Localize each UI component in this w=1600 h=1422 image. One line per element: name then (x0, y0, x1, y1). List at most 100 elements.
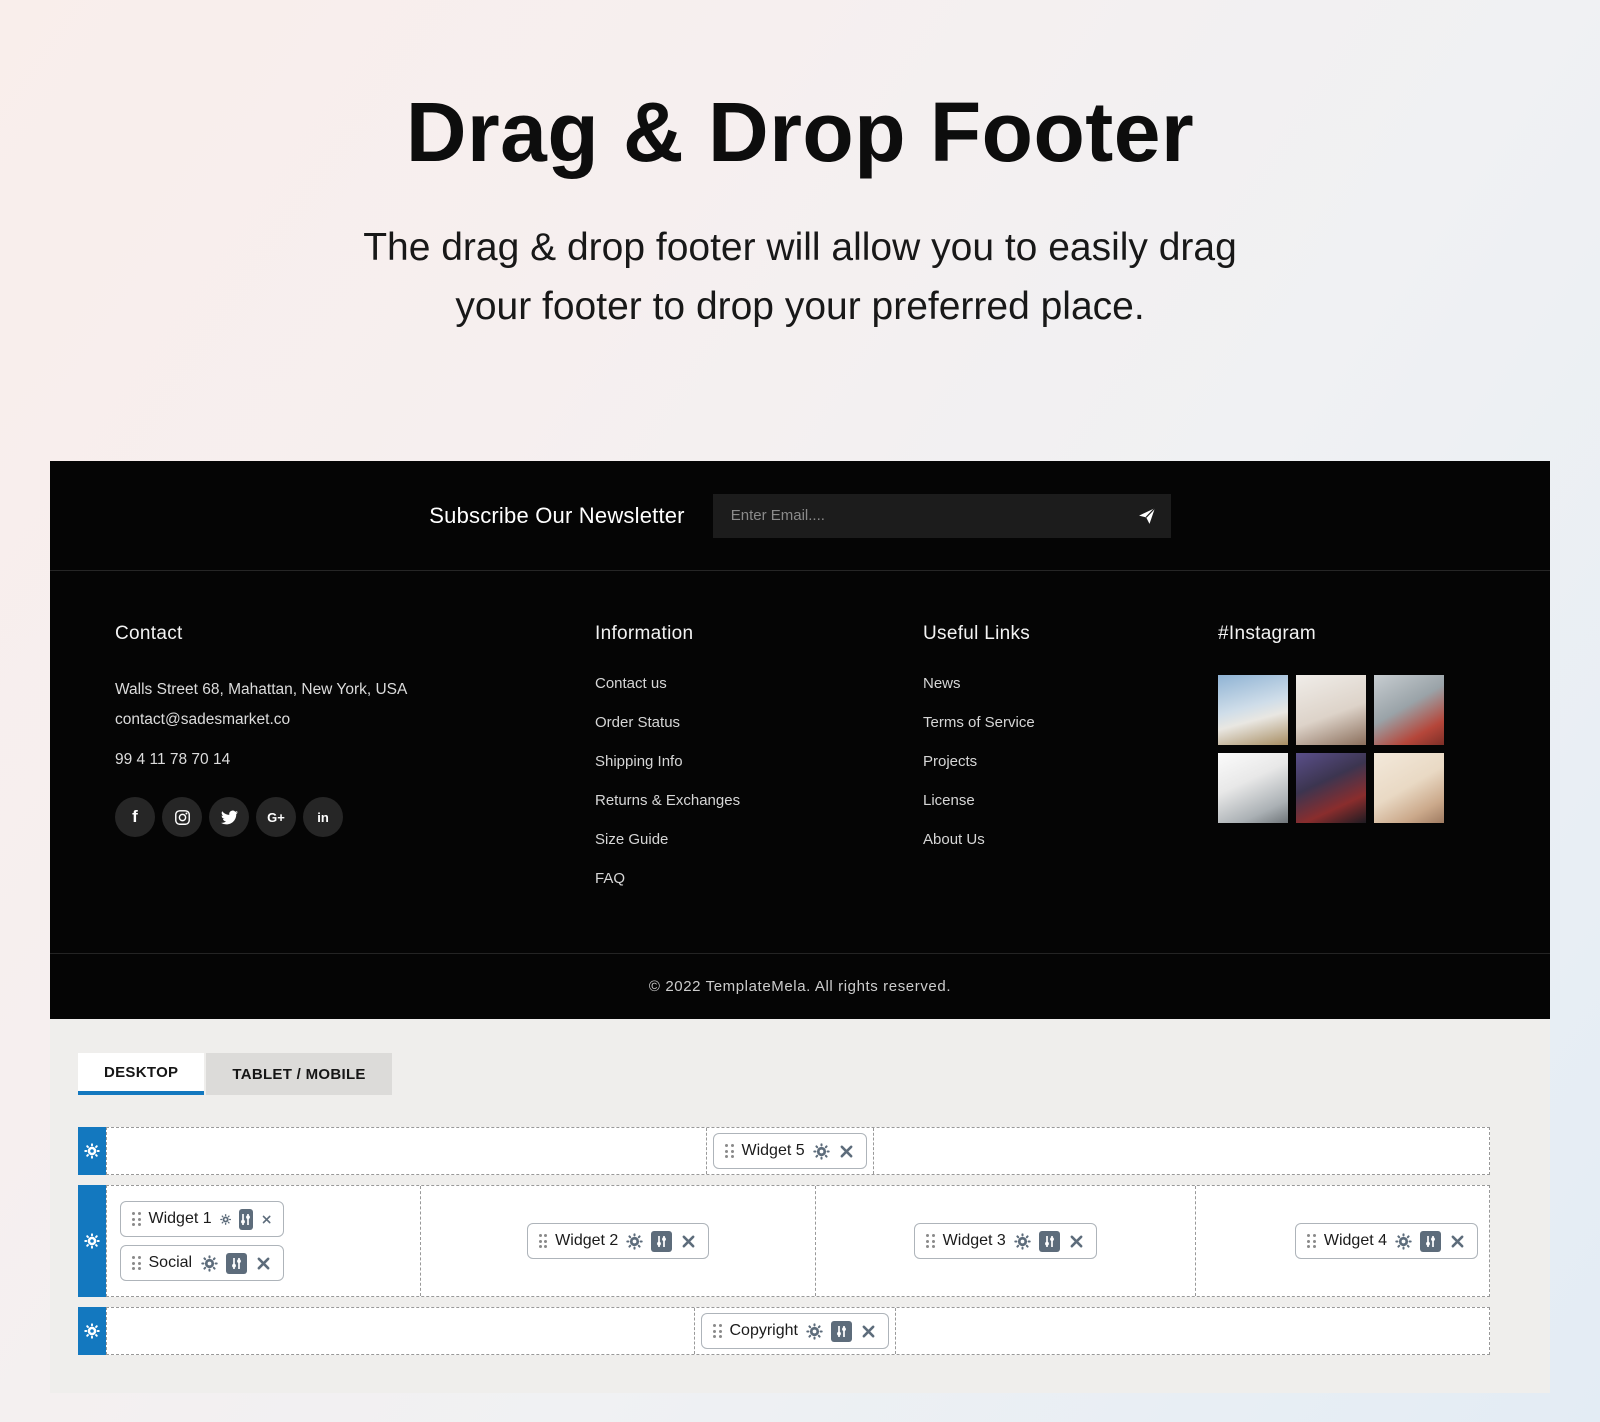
instagram-column: #Instagram (1218, 623, 1485, 909)
drag-handle-icon[interactable] (926, 1234, 935, 1248)
sliders-icon[interactable] (1420, 1231, 1441, 1252)
linkedin-glyph: in (317, 810, 329, 825)
gear-icon[interactable] (220, 1211, 231, 1228)
instagram-photo[interactable] (1296, 675, 1366, 745)
page-subtitle: The drag & drop footer will allow you to… (0, 219, 1600, 336)
tab-desktop[interactable]: DESKTOP (78, 1053, 204, 1095)
widget-chip-widget2[interactable]: Widget 2 (527, 1223, 710, 1259)
widget-cell[interactable]: Widget 5 (707, 1128, 874, 1174)
gear-icon[interactable] (806, 1323, 823, 1340)
tab-tablet-mobile[interactable]: TABLET / MOBILE (206, 1053, 391, 1095)
link-news[interactable]: News (923, 675, 1218, 692)
empty-cell[interactable] (896, 1308, 1489, 1354)
sliders-icon[interactable] (651, 1231, 672, 1252)
widget-cell[interactable]: Widget 2 (421, 1186, 816, 1296)
link-license[interactable]: License (923, 792, 1218, 809)
link-contact-us[interactable]: Contact us (595, 675, 923, 692)
instagram-photo[interactable] (1218, 753, 1288, 823)
email-input[interactable] (713, 494, 1171, 538)
link-terms-of-service[interactable]: Terms of Service (923, 714, 1218, 731)
google-plus-icon[interactable]: G+ (256, 797, 296, 837)
row-settings-button[interactable] (78, 1127, 106, 1175)
drag-handle-icon[interactable] (725, 1144, 734, 1158)
gear-icon[interactable] (1014, 1233, 1031, 1250)
close-icon[interactable] (838, 1143, 855, 1160)
sliders-icon[interactable] (239, 1209, 253, 1230)
drag-handle-icon[interactable] (132, 1212, 141, 1226)
contact-heading: Contact (115, 623, 595, 645)
link-projects[interactable]: Projects (923, 753, 1218, 770)
twitter-glyph (221, 809, 238, 826)
instagram-photo[interactable] (1296, 753, 1366, 823)
empty-cell[interactable] (107, 1128, 707, 1174)
widget-cell[interactable]: Widget 1 Social (107, 1186, 421, 1296)
gear-icon (84, 1323, 100, 1339)
widget-chip-widget3[interactable]: Widget 3 (914, 1223, 1097, 1259)
footer-columns: Contact Walls Street 68, Mahattan, New Y… (50, 571, 1550, 953)
close-icon[interactable] (261, 1211, 272, 1228)
widget-chip-widget1[interactable]: Widget 1 (120, 1201, 284, 1237)
instagram-photo[interactable] (1218, 675, 1288, 745)
twitter-icon[interactable] (209, 797, 249, 837)
widget-chip-social[interactable]: Social (120, 1245, 284, 1281)
close-icon[interactable] (680, 1233, 697, 1250)
row-settings-button[interactable] (78, 1307, 106, 1355)
useful-links-column: Useful Links News Terms of Service Proje… (923, 623, 1218, 909)
close-icon[interactable] (255, 1255, 272, 1272)
widget-chip-widget4[interactable]: Widget 4 (1295, 1223, 1478, 1259)
send-button[interactable] (1133, 502, 1161, 530)
gear-icon (84, 1233, 100, 1249)
contact-phone: 99 4 11 78 70 14 (115, 751, 595, 769)
widget-cell[interactable]: Widget 3 (816, 1186, 1196, 1296)
link-order-status[interactable]: Order Status (595, 714, 923, 731)
subtitle-line-1: The drag & drop footer will allow you to… (0, 219, 1600, 278)
sliders-icon[interactable] (1039, 1231, 1060, 1252)
sliders-icon[interactable] (226, 1253, 247, 1274)
linkedin-icon[interactable]: in (303, 797, 343, 837)
hero-section: Drag & Drop Footer The drag & drop foote… (0, 0, 1600, 461)
widget-cell[interactable]: Copyright (695, 1308, 896, 1354)
instagram-photo[interactable] (1374, 675, 1444, 745)
empty-cell[interactable] (874, 1128, 1489, 1174)
facebook-icon[interactable]: f (115, 797, 155, 837)
drag-handle-icon[interactable] (539, 1234, 548, 1248)
link-returns-exchanges[interactable]: Returns & Exchanges (595, 792, 923, 809)
link-about-us[interactable]: About Us (923, 831, 1218, 848)
close-icon[interactable] (860, 1323, 877, 1340)
widget-cell[interactable]: Widget 4 (1196, 1186, 1489, 1296)
drag-handle-icon[interactable] (132, 1256, 141, 1270)
row-body: Copyright (106, 1307, 1490, 1355)
row-settings-button[interactable] (78, 1185, 106, 1297)
instagram-photo[interactable] (1374, 753, 1444, 823)
gear-icon (84, 1143, 100, 1159)
gear-icon[interactable] (626, 1233, 643, 1250)
sliders-icon[interactable] (831, 1321, 852, 1342)
widget-label: Widget 1 (149, 1210, 212, 1228)
drag-handle-icon[interactable] (1307, 1234, 1316, 1248)
builder-tabs: DESKTOP TABLET / MOBILE (78, 1053, 1550, 1095)
gear-icon[interactable] (1395, 1233, 1412, 1250)
newsletter-label: Subscribe Our Newsletter (429, 503, 684, 529)
gear-icon[interactable] (201, 1255, 218, 1272)
contact-column: Contact Walls Street 68, Mahattan, New Y… (115, 623, 595, 909)
page: Drag & Drop Footer The drag & drop foote… (0, 0, 1600, 1422)
empty-cell[interactable] (107, 1308, 695, 1354)
link-size-guide[interactable]: Size Guide (595, 831, 923, 848)
widget-chip-widget5[interactable]: Widget 5 (713, 1133, 867, 1169)
widget-label: Copyright (730, 1322, 798, 1340)
link-shipping-info[interactable]: Shipping Info (595, 753, 923, 770)
drag-handle-icon[interactable] (713, 1324, 722, 1338)
widget-label: Widget 3 (943, 1232, 1006, 1250)
sliders-glyph (230, 1257, 243, 1270)
link-faq[interactable]: FAQ (595, 870, 923, 887)
subtitle-line-2: your footer to drop your preferred place… (0, 278, 1600, 337)
instagram-icon[interactable] (162, 797, 202, 837)
widget-chip-copyright[interactable]: Copyright (701, 1313, 889, 1349)
close-icon[interactable] (1068, 1233, 1085, 1250)
footer-builder-panel: DESKTOP TABLET / MOBILE Widget 5 (50, 1019, 1550, 1393)
gear-icon[interactable] (813, 1143, 830, 1160)
row-body: Widget 5 (106, 1127, 1490, 1175)
close-icon[interactable] (1449, 1233, 1466, 1250)
instagram-heading: #Instagram (1218, 623, 1485, 645)
contact-email: contact@sadesmarket.co (115, 705, 595, 735)
